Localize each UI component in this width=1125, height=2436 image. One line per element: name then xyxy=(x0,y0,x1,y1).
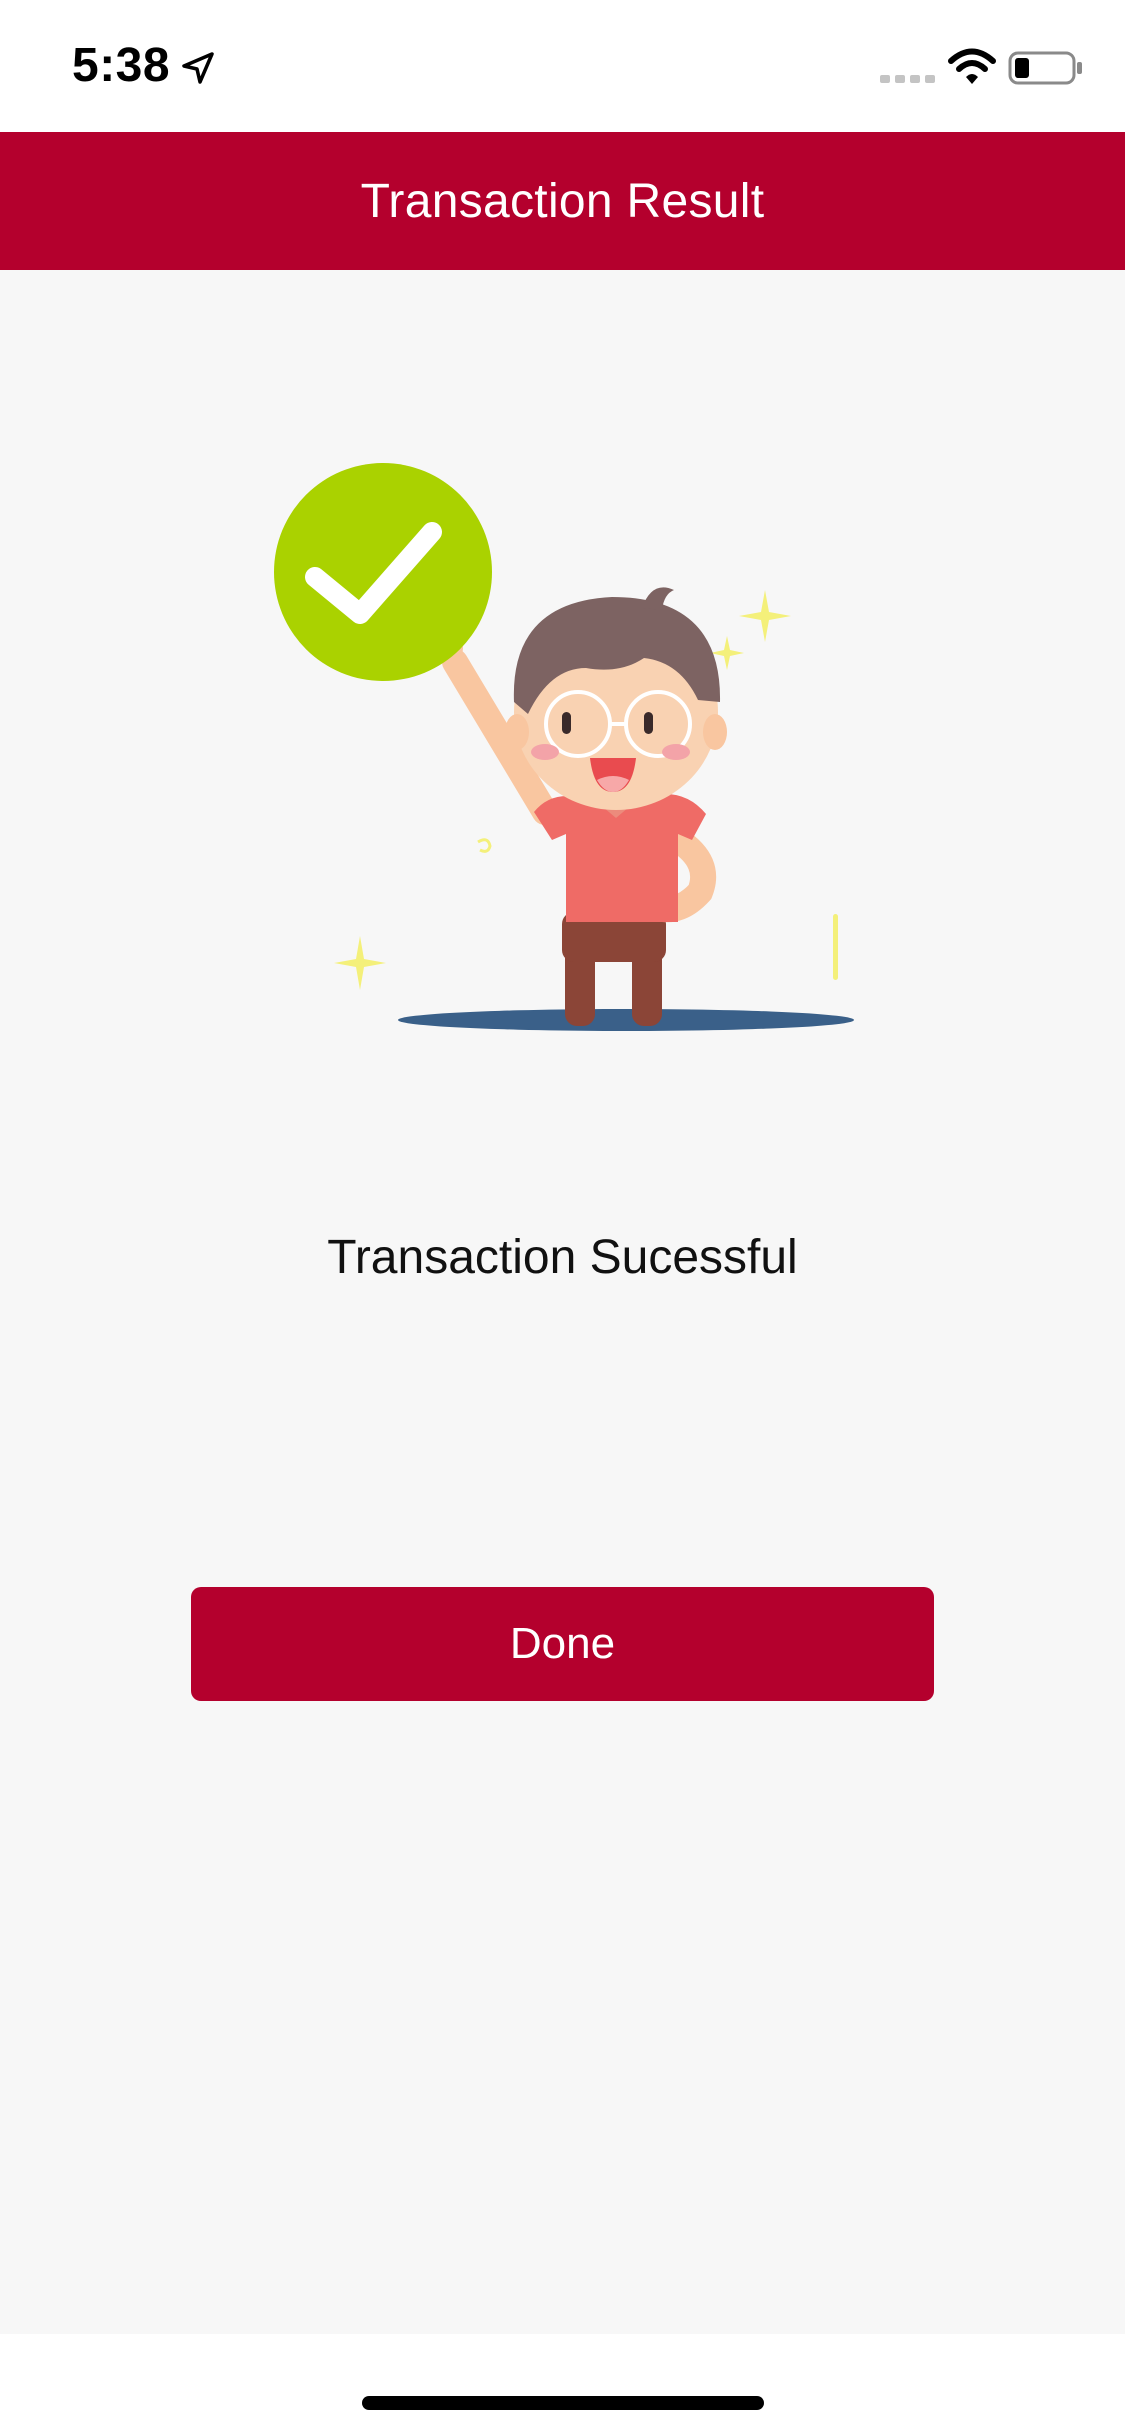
status-bar: 5:38 xyxy=(0,0,1125,132)
page-title: Transaction Result xyxy=(360,174,765,228)
header-bar: Transaction Result xyxy=(0,132,1125,270)
success-character-illustration xyxy=(274,463,854,1031)
main-content: Transaction Sucessful Done xyxy=(0,270,1125,2334)
status-time: 5:38 xyxy=(72,39,171,92)
home-indicator-area xyxy=(0,2334,1125,2436)
wifi-icon xyxy=(948,48,996,84)
location-arrow-icon xyxy=(182,52,214,84)
checkmark-circle-icon xyxy=(274,463,492,681)
battery-icon xyxy=(1008,51,1082,85)
home-indicator[interactable] xyxy=(362,2396,764,2410)
done-button[interactable]: Done xyxy=(191,1587,934,1701)
transaction-status-message: Transaction Sucessful xyxy=(327,1231,798,1284)
cellular-signal-icon xyxy=(880,75,935,83)
